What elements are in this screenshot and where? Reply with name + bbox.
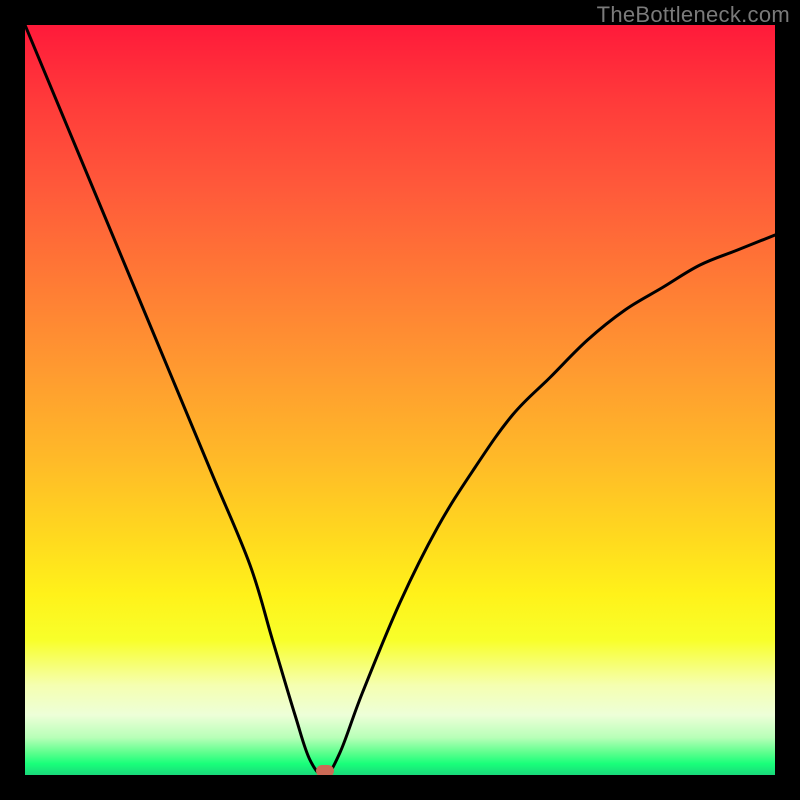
curve-svg bbox=[25, 25, 775, 775]
watermark-text: TheBottleneck.com bbox=[597, 2, 790, 28]
minimum-marker bbox=[316, 765, 334, 775]
bottleneck-curve bbox=[25, 25, 775, 775]
chart-frame: TheBottleneck.com bbox=[0, 0, 800, 800]
plot-area bbox=[25, 25, 775, 775]
